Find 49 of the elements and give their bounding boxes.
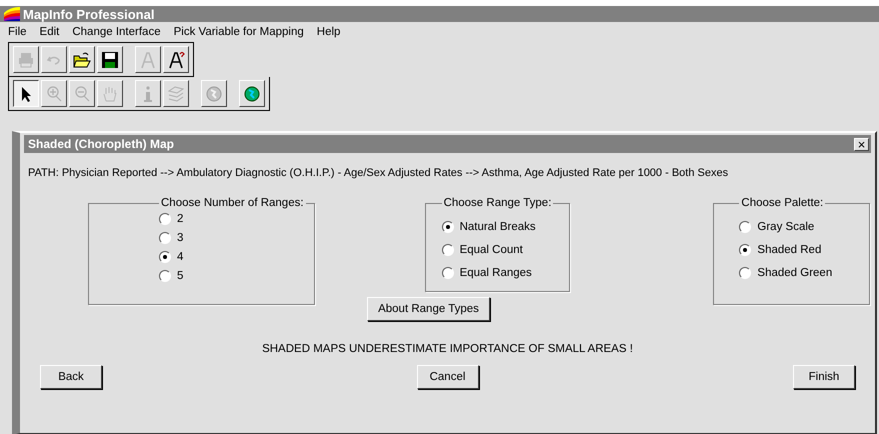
radio-label: Equal Count bbox=[460, 244, 523, 256]
radio-button[interactable] bbox=[159, 213, 171, 225]
menu-item[interactable]: Help bbox=[316, 26, 340, 38]
dialog-button[interactable]: Back bbox=[40, 365, 102, 389]
zoom-out-icon bbox=[73, 84, 91, 102]
path-text: PATH: Physician Reported --> Ambulatory Diagnostic (O.H.I.P.) - Age/Sex Adjusted Rates --> Asthma, Age Adjusted Rate per 1000 - Both Sexes bbox=[28, 167, 730, 179]
dialog-button[interactable]: Cancel bbox=[416, 365, 478, 389]
radio-label: 3 bbox=[177, 232, 184, 244]
radio-button[interactable] bbox=[442, 220, 454, 232]
radio-button[interactable] bbox=[159, 270, 171, 282]
radio-label: Equal Ranges bbox=[460, 266, 532, 278]
radio-label: 4 bbox=[177, 251, 184, 263]
rainbow-logo-icon bbox=[4, 7, 20, 21]
menu-item[interactable]: Pick Variable for Mapping bbox=[174, 26, 304, 38]
dialog-title: Shaded (Choropleth) Map bbox=[28, 137, 174, 151]
printer-icon bbox=[17, 50, 35, 68]
menu-item[interactable]: Change Interface bbox=[72, 26, 161, 38]
radio-label: Gray Scale bbox=[757, 220, 814, 232]
radio-button[interactable] bbox=[739, 244, 752, 256]
radio-button[interactable] bbox=[442, 244, 454, 256]
menu-item[interactable]: File bbox=[8, 26, 27, 38]
layers-icon bbox=[167, 84, 185, 102]
globe-icon bbox=[205, 84, 223, 102]
radio-button[interactable] bbox=[739, 220, 752, 232]
radio-label: 2 bbox=[177, 213, 184, 225]
menu-item[interactable]: Edit bbox=[40, 26, 60, 38]
letter-icon bbox=[167, 50, 185, 68]
toolbar-button[interactable] bbox=[13, 80, 39, 107]
radio-button[interactable] bbox=[739, 266, 752, 278]
globe-icon bbox=[243, 84, 261, 102]
zoom-in-icon bbox=[45, 84, 63, 102]
group-title: Choose Range Type: bbox=[442, 197, 552, 209]
radio-label: Shaded Red bbox=[757, 244, 822, 256]
folder-icon bbox=[73, 50, 91, 68]
radio-button[interactable] bbox=[442, 266, 454, 278]
radio-label: 5 bbox=[177, 270, 184, 282]
hand-icon bbox=[101, 84, 119, 102]
about-range-types-button[interactable]: About Range Types bbox=[367, 297, 490, 321]
window-title: MapInfo Professional bbox=[23, 6, 154, 22]
close-button[interactable]: × bbox=[854, 138, 869, 150]
dialog-button[interactable]: Finish bbox=[793, 365, 855, 389]
letter-icon bbox=[139, 50, 157, 68]
group-title: Choose Palette: bbox=[740, 197, 824, 209]
warning-text: SHADED MAPS UNDERESTIMATE IMPORTANCE OF SMALL AREAS ! bbox=[261, 343, 634, 355]
group-title: Choose Number of Ranges: bbox=[160, 197, 305, 209]
radio-button[interactable] bbox=[159, 251, 171, 263]
radio-label: Shaded Green bbox=[757, 266, 832, 278]
radio-label: Natural Breaks bbox=[460, 220, 536, 232]
radio-button[interactable] bbox=[159, 232, 171, 244]
